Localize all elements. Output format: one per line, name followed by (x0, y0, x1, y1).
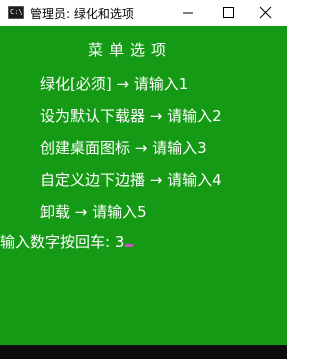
window-title: 管理员: 绿化和选项 (30, 7, 134, 21)
text-cursor (125, 244, 134, 247)
menu-title: 菜单选项 (88, 41, 173, 59)
menu-item-3: 创建桌面图标 → 请输入3 (40, 139, 207, 157)
close-button[interactable] (246, 0, 286, 26)
console-output[interactable]: 菜单选项 绿化[必须] → 请输入1 设为默认下载器 → 请输入2 创建桌面图标… (0, 26, 287, 345)
minimize-icon (183, 12, 193, 14)
menu-item-4: 自定义边下边播 → 请输入4 (40, 171, 222, 189)
menu-item-2: 设为默认下载器 → 请输入2 (40, 107, 222, 125)
input-prompt-line[interactable]: 输入数字按回车: 3 (0, 232, 134, 252)
title-bar[interactable]: C:\ 管理员: 绿化和选项 (0, 0, 287, 26)
console-bottom-area (0, 345, 287, 359)
menu-item-1: 绿化[必须] → 请输入1 (40, 75, 189, 93)
maximize-button[interactable] (208, 0, 248, 26)
menu-item-5: 卸载 → 请输入5 (40, 203, 147, 221)
maximize-icon (223, 7, 234, 18)
console-app-icon[interactable]: C:\ (8, 6, 24, 19)
console-window: C:\ 管理员: 绿化和选项 菜单选项 绿化[必须] → 请输入1 设为默认下载… (0, 0, 287, 359)
input-prompt-text: 输入数字按回车: 3 (0, 233, 125, 251)
minimize-button[interactable] (168, 0, 208, 26)
close-icon (259, 6, 272, 19)
